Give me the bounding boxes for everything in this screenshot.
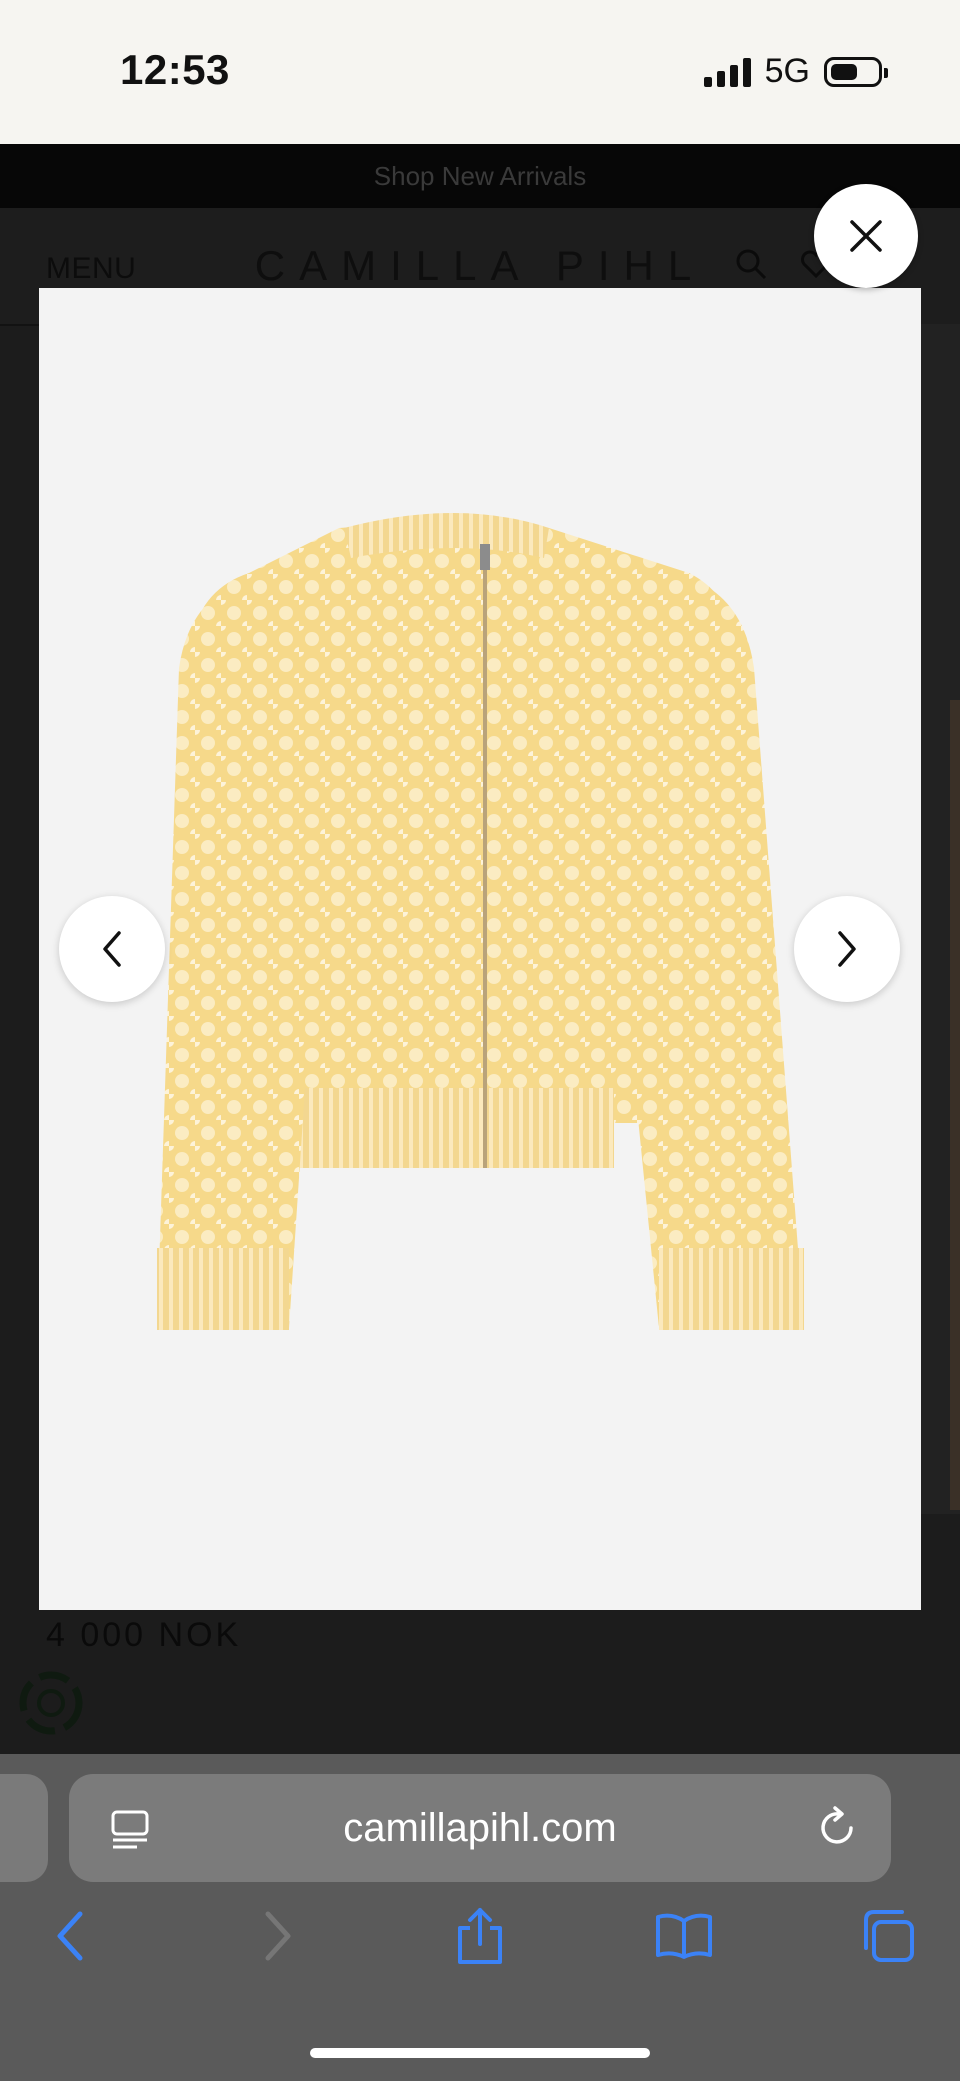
browser-toolbar: camillapihl.com <box>0 1754 960 2081</box>
status-time: 12:53 <box>120 46 230 93</box>
signal-icon <box>703 57 751 87</box>
promo-banner[interactable]: Shop New Arrivals <box>0 144 960 208</box>
product-price: 4 000 NOK <box>46 1616 242 1654</box>
battery-icon <box>824 56 888 87</box>
address-bar[interactable]: camillapihl.com <box>69 1774 891 1882</box>
close-button[interactable] <box>814 184 918 288</box>
reload-icon[interactable] <box>815 1806 859 1850</box>
chevron-right-icon <box>838 931 856 967</box>
background-image-strip <box>950 700 960 1510</box>
status-indicators: 5G <box>703 52 888 91</box>
forward-icon <box>265 1911 291 1961</box>
status-bar: 12:53 5G <box>0 0 960 144</box>
tabs-button[interactable] <box>856 1904 920 1968</box>
share-icon <box>458 1908 502 1964</box>
back-button[interactable] <box>38 1904 102 1968</box>
previous-image-button[interactable] <box>59 896 165 1002</box>
back-icon <box>57 1911 83 1961</box>
cardigan-image <box>157 513 804 1330</box>
search-icon[interactable] <box>735 248 767 280</box>
tabs-icon <box>864 1910 914 1962</box>
forward-button[interactable] <box>246 1904 310 1968</box>
next-image-button[interactable] <box>794 896 900 1002</box>
product-image-zoom[interactable] <box>39 288 921 1610</box>
network-label: 5G <box>764 52 810 90</box>
bookmarks-icon <box>656 1913 712 1959</box>
bookmarks-button[interactable] <box>652 1904 716 1968</box>
share-button[interactable] <box>448 1904 512 1968</box>
chevron-left-icon <box>103 931 121 967</box>
home-indicator[interactable] <box>310 2048 650 2058</box>
promo-text[interactable]: Shop New Arrivals <box>374 161 586 192</box>
sustainability-badge-icon <box>19 1671 83 1735</box>
previous-tab-preview[interactable] <box>0 1774 48 1882</box>
url-text[interactable]: camillapihl.com <box>69 1806 891 1851</box>
close-icon <box>850 220 882 252</box>
